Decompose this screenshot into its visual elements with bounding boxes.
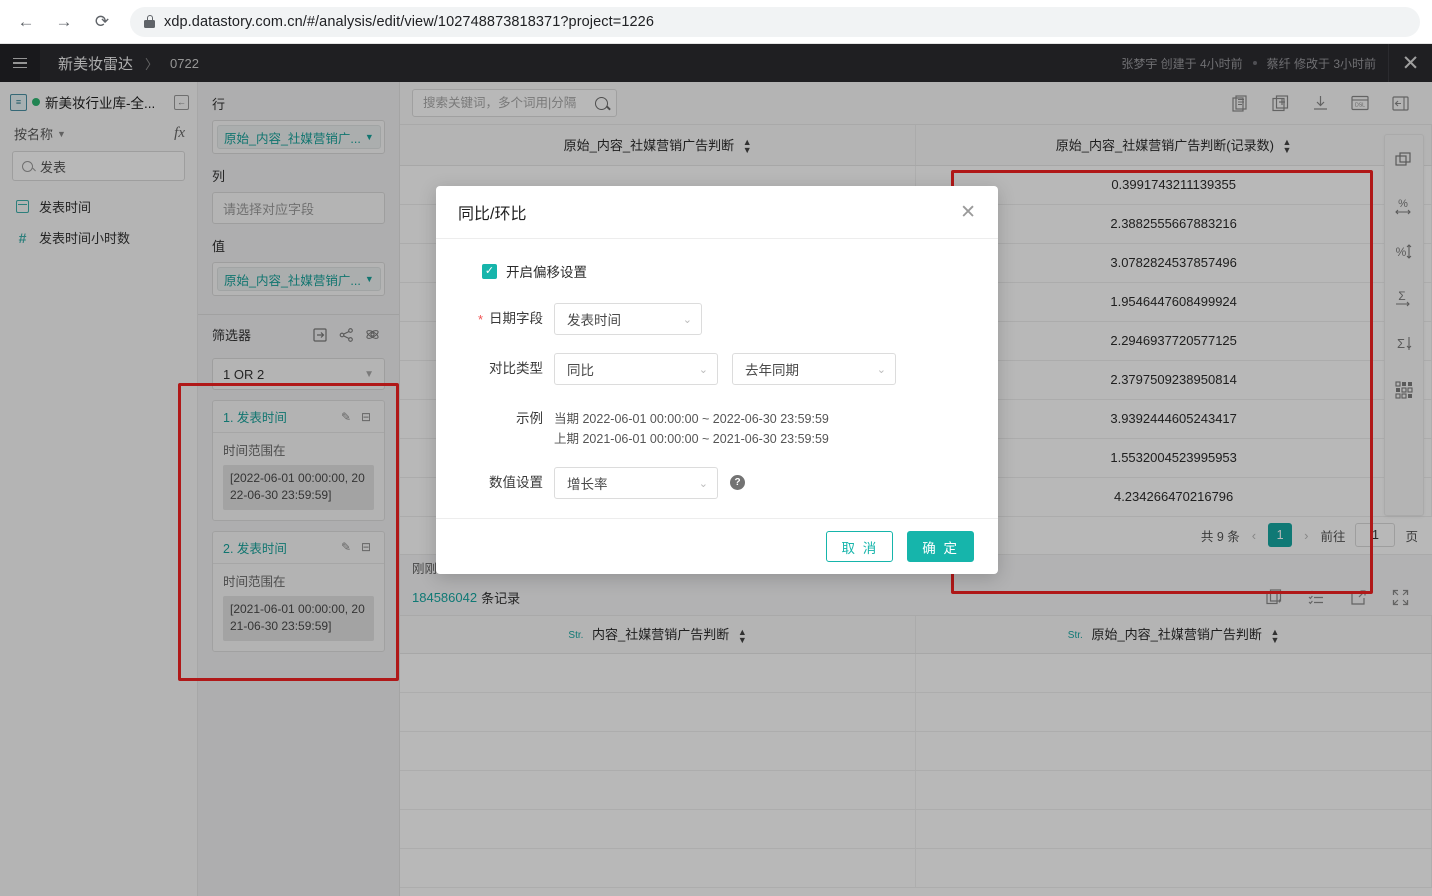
date-field-select[interactable]: 发表时间 ⌄ bbox=[554, 303, 702, 335]
reload-icon[interactable]: ⟳ bbox=[88, 8, 116, 36]
sample-row: 示例 当期 2022-06-01 00:00:00 ~ 2022-06-30 2… bbox=[464, 403, 970, 449]
sample-current-period: 当期 2022-06-01 00:00:00 ~ 2022-06-30 23:5… bbox=[554, 412, 829, 426]
compare-type-row: 对比类型 同比 ⌄ 去年同期 ⌄ bbox=[464, 353, 970, 385]
chevron-down-icon: ⌄ bbox=[698, 477, 708, 490]
value-setting-value: 增长率 bbox=[567, 477, 608, 492]
help-icon[interactable]: ? bbox=[730, 475, 745, 490]
value-setting-label: 数值设置 bbox=[489, 475, 543, 490]
close-icon[interactable]: ✕ bbox=[960, 203, 976, 222]
date-field-label: 日期字段 bbox=[464, 303, 554, 336]
offset-checkbox[interactable] bbox=[482, 263, 497, 279]
value-setting-select[interactable]: 增长率 ⌄ bbox=[554, 467, 718, 499]
sample-previous-period: 上期 2021-06-01 00:00:00 ~ 2021-06-30 23:5… bbox=[554, 432, 829, 446]
compare-type-label: 对比类型 bbox=[489, 361, 543, 376]
comparison-dialog: 同比/环比 ✕ 开启偏移设置 日期字段 发表时间 ⌄ 对比类型 同比 ⌄ 去年同… bbox=[436, 186, 998, 574]
dialog-title: 同比/环比 bbox=[458, 206, 527, 223]
lock-icon bbox=[144, 15, 155, 28]
forward-arrow-icon[interactable]: → bbox=[50, 8, 78, 36]
compare-type-value: 同比 bbox=[567, 363, 594, 378]
date-field-row: 日期字段 发表时间 ⌄ bbox=[464, 303, 970, 336]
compare-period-select[interactable]: 去年同期 ⌄ bbox=[732, 353, 896, 385]
dialog-footer: 取 消 确 定 bbox=[436, 518, 998, 574]
compare-period-value: 去年同期 bbox=[745, 363, 799, 378]
back-arrow-icon[interactable]: ← bbox=[12, 8, 40, 36]
compare-type-select[interactable]: 同比 ⌄ bbox=[554, 353, 718, 385]
sample-label: 示例 bbox=[516, 411, 543, 426]
sample-text-block: 当期 2022-06-01 00:00:00 ~ 2022-06-30 23:5… bbox=[554, 403, 829, 449]
offset-setting-row[interactable]: 开启偏移设置 bbox=[482, 261, 970, 281]
dialog-header: 同比/环比 ✕ bbox=[436, 186, 998, 239]
value-setting-row: 数值设置 增长率 ⌄ ? bbox=[464, 467, 970, 499]
address-bar[interactable]: xdp.datastory.com.cn/#/analysis/edit/vie… bbox=[130, 6, 1420, 37]
cancel-button[interactable]: 取 消 bbox=[826, 531, 894, 562]
chevron-down-icon: ⌄ bbox=[876, 363, 886, 376]
date-field-value: 发表时间 bbox=[567, 313, 621, 328]
dialog-body: 开启偏移设置 日期字段 发表时间 ⌄ 对比类型 同比 ⌄ 去年同期 ⌄ 示例 当… bbox=[436, 239, 998, 518]
chevron-down-icon: ⌄ bbox=[698, 363, 708, 376]
url-text: xdp.datastory.com.cn/#/analysis/edit/vie… bbox=[164, 13, 654, 30]
confirm-button[interactable]: 确 定 bbox=[907, 531, 974, 562]
chevron-down-icon: ⌄ bbox=[682, 313, 692, 326]
browser-chrome: ← → ⟳ xdp.datastory.com.cn/#/analysis/ed… bbox=[0, 0, 1432, 44]
offset-checkbox-label: 开启偏移设置 bbox=[506, 265, 587, 280]
